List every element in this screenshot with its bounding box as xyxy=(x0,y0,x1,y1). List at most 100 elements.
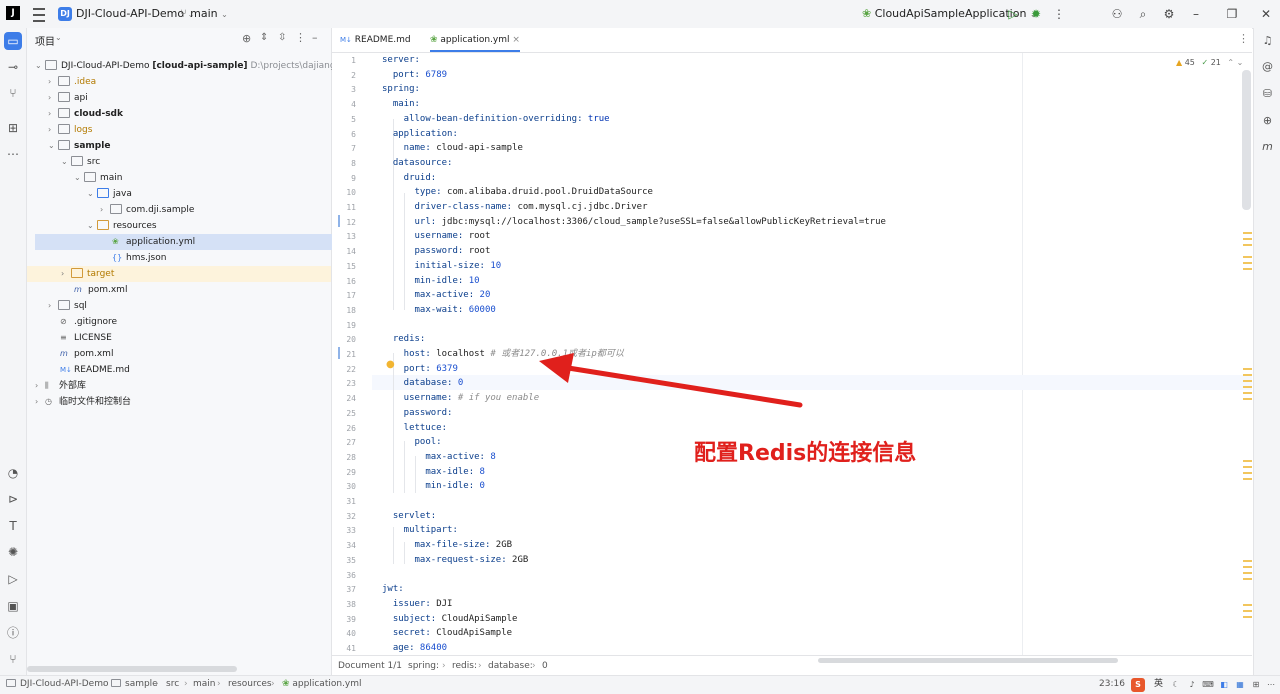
services-icon[interactable]: ⊳ xyxy=(4,490,22,508)
error-stripe-marker[interactable] xyxy=(1243,268,1252,270)
tree-item-root[interactable]: ⌄ DJI-Cloud-API-Demo [cloud-api-sample] D… xyxy=(27,58,374,74)
tree-item-gitignore[interactable]: ⊘ .gitignore xyxy=(27,314,356,330)
run-tool-icon[interactable]: ▷ xyxy=(4,570,22,588)
minimize-icon[interactable]: – xyxy=(1184,4,1208,24)
status-path-main[interactable]: main xyxy=(193,676,216,693)
debug-tool-icon[interactable]: ✺ xyxy=(4,543,22,561)
branch-switcher[interactable]: ⑂ main ⌄ xyxy=(180,5,228,23)
error-stripe-marker[interactable] xyxy=(1243,392,1252,394)
collapse-all-icon[interactable]: ⇳ xyxy=(278,32,286,43)
profiler-icon[interactable]: ◔ xyxy=(4,464,22,482)
options-icon[interactable]: ⋮ xyxy=(295,31,306,44)
debug-icon[interactable]: ✹ xyxy=(1024,4,1048,24)
error-stripe-marker[interactable] xyxy=(1243,262,1252,264)
breadcrumb-item-redis[interactable]: redis: xyxy=(452,656,477,676)
error-stripe-marker[interactable] xyxy=(1243,460,1252,462)
error-stripe-marker[interactable] xyxy=(1243,560,1252,562)
editor-vertical-scrollbar[interactable] xyxy=(1242,70,1251,210)
error-stripe-marker[interactable] xyxy=(1243,578,1252,580)
tree-item-java[interactable]: ⌄ java xyxy=(27,186,383,202)
error-stripe-marker[interactable] xyxy=(1243,478,1252,480)
code-editor[interactable]: ● 1 server: 2 port: 6789 3 spring: 4 main: 5 a… xyxy=(332,53,1252,655)
error-stripe-marker[interactable] xyxy=(1243,368,1252,370)
error-stripe-marker[interactable] xyxy=(1243,386,1252,388)
locate-icon[interactable]: ⊕ xyxy=(242,32,251,45)
error-stripe-marker[interactable] xyxy=(1243,466,1252,468)
maven-icon[interactable]: m xyxy=(1259,138,1276,155)
status-path-project[interactable]: DJI-Cloud-API-Demo xyxy=(6,676,108,693)
pull-requests-icon[interactable]: ⑂ xyxy=(4,84,22,102)
terminal-icon[interactable]: ▣ xyxy=(4,597,22,615)
project-panel-title[interactable]: 项目 xyxy=(35,33,55,48)
expand-all-icon[interactable]: ⇕ xyxy=(260,32,268,43)
error-stripe-marker[interactable] xyxy=(1243,604,1252,606)
keyboard-icon[interactable]: ⌨ xyxy=(1201,678,1215,692)
ai-assistant-icon[interactable]: @ xyxy=(1259,58,1276,75)
run-icon[interactable]: ▷ xyxy=(1001,4,1025,24)
git-icon[interactable]: ⑂ xyxy=(4,650,22,668)
web-globe-icon[interactable]: ⊕ xyxy=(1259,112,1276,129)
project-horizontal-scrollbar[interactable] xyxy=(27,666,237,672)
tab-application-yml[interactable]: ❀ application.yml × xyxy=(430,28,520,52)
main-menu-icon[interactable] xyxy=(33,8,45,22)
hide-panel-icon[interactable]: – xyxy=(312,31,318,44)
tree-item-target[interactable]: › target xyxy=(27,266,331,282)
error-stripe-marker[interactable] xyxy=(1243,610,1252,612)
sogou-ime-icon[interactable]: S xyxy=(1131,678,1145,692)
tree-item-license[interactable]: ≡ LICENSE xyxy=(27,330,356,346)
structure-icon[interactable]: ⊞ xyxy=(4,119,22,137)
ime-moon-icon[interactable]: ☾ xyxy=(1169,678,1183,692)
status-path-src[interactable]: src xyxy=(166,676,179,693)
commit-icon[interactable]: ⊸ xyxy=(4,58,22,76)
search-icon[interactable]: ⌕ xyxy=(1131,4,1155,24)
close-tab-icon[interactable]: × xyxy=(512,35,520,45)
tree-item-external-libs[interactable]: › ⫼ 外部库 xyxy=(27,378,331,394)
tree-item-api[interactable]: › api xyxy=(27,90,344,106)
tree-item-pom-root[interactable]: m pom.xml xyxy=(27,346,356,362)
error-stripe-marker[interactable] xyxy=(1243,238,1252,240)
error-stripe-marker[interactable] xyxy=(1243,232,1252,234)
error-stripe-marker[interactable] xyxy=(1243,374,1252,376)
error-stripe-marker[interactable] xyxy=(1243,380,1252,382)
tree-item-sample[interactable]: ⌄ sample xyxy=(27,138,344,154)
tree-item-idea[interactable]: › .idea xyxy=(27,74,344,90)
ime-skin-icon[interactable]: ◧ xyxy=(1217,678,1231,692)
chevron-down-icon[interactable]: ⌄ xyxy=(55,33,62,42)
error-stripe-marker[interactable] xyxy=(1243,256,1252,258)
build-icon[interactable]: T xyxy=(4,517,22,535)
error-stripe-marker[interactable] xyxy=(1243,566,1252,568)
project-tool-icon[interactable]: ▭ xyxy=(4,32,22,50)
breadcrumb-item-value[interactable]: 0 xyxy=(542,656,548,676)
error-stripe-marker[interactable] xyxy=(1243,244,1252,246)
tree-item-src[interactable]: ⌄ src xyxy=(27,154,357,170)
status-path-resources[interactable]: resources xyxy=(228,676,272,693)
error-stripe-marker[interactable] xyxy=(1243,616,1252,618)
project-switcher[interactable]: DJI-Cloud-API-Demo ⌄ xyxy=(76,5,194,23)
editor-horizontal-scrollbar[interactable] xyxy=(818,658,1118,663)
add-user-icon[interactable]: ⚇ xyxy=(1105,4,1129,24)
tree-item-main[interactable]: ⌄ main xyxy=(27,170,370,186)
error-stripe-marker[interactable] xyxy=(1243,472,1252,474)
close-icon[interactable]: ✕ xyxy=(1254,4,1278,24)
tab-readme[interactable]: M↓ README.md xyxy=(340,28,411,52)
more-actions-icon[interactable]: ⋮ xyxy=(1047,4,1071,24)
tree-item-readme[interactable]: M↓ README.md xyxy=(27,362,356,378)
tree-item-logs[interactable]: › logs xyxy=(27,122,344,138)
restore-icon[interactable]: ❐ xyxy=(1220,4,1244,24)
ime-grid-icon[interactable]: ⊞ xyxy=(1249,678,1263,692)
microphone-icon[interactable]: ♪ xyxy=(1185,678,1199,692)
tree-item-pom-sample[interactable]: m pom.xml xyxy=(27,282,370,298)
settings-gear-icon[interactable]: ⚙ xyxy=(1157,4,1181,24)
tree-item-scratches[interactable]: › ◷ 临时文件和控制台 xyxy=(27,394,331,410)
status-path-sample[interactable]: sample xyxy=(111,676,158,693)
ime-toolbox-icon[interactable]: ▦ xyxy=(1233,678,1247,692)
tree-item-sql[interactable]: › sql xyxy=(27,298,344,314)
ime-mode-label[interactable]: 英 xyxy=(1154,676,1163,693)
error-stripe-marker[interactable] xyxy=(1243,398,1252,400)
ime-settings-icon[interactable]: ⋯ xyxy=(1264,678,1278,692)
more-tools-icon[interactable]: ⋯ xyxy=(4,145,22,163)
database-icon[interactable]: ⛁ xyxy=(1259,85,1276,102)
tree-item-cloud-sdk[interactable]: › cloud-sdk xyxy=(27,106,344,122)
breadcrumb-item-database[interactable]: database: xyxy=(488,656,533,676)
breadcrumb-item-spring[interactable]: spring: xyxy=(408,656,439,676)
